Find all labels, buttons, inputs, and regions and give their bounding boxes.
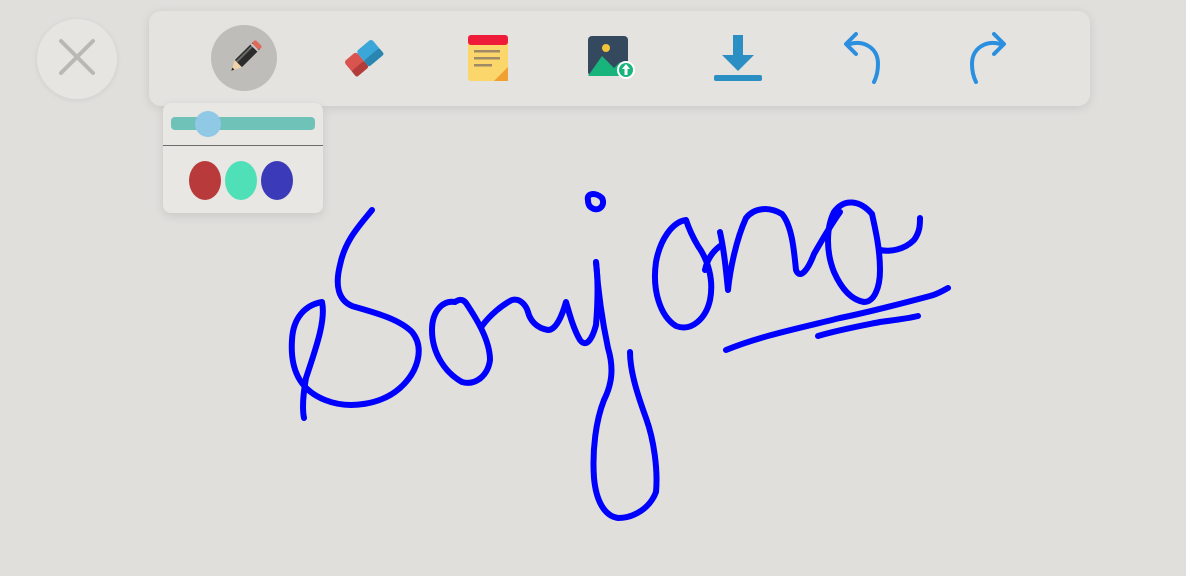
stroke-letter-n2 xyxy=(717,206,843,293)
drawing-toolbar xyxy=(149,11,1090,106)
redo-tool-button[interactable] xyxy=(955,25,1021,91)
download-icon xyxy=(712,33,764,83)
color-swatch-red[interactable] xyxy=(189,161,221,200)
eraser-icon xyxy=(338,32,390,84)
pencil-icon xyxy=(222,36,266,80)
stroke-letter-a3 xyxy=(825,199,923,305)
download-tool-button[interactable] xyxy=(705,25,771,91)
color-swatch-blue[interactable] xyxy=(261,161,293,200)
close-button[interactable] xyxy=(37,19,117,99)
stroke-letter-s xyxy=(288,207,422,421)
pencil-tool-button[interactable] xyxy=(211,25,277,91)
stroke-letter-a xyxy=(429,296,493,386)
pen-options-panel xyxy=(163,103,323,213)
panel-divider xyxy=(163,145,323,146)
stroke-letter-a2 xyxy=(652,217,723,331)
image-upload-icon xyxy=(586,34,638,82)
eraser-tool-button[interactable] xyxy=(331,25,397,91)
color-swatch-teal[interactable] xyxy=(225,161,257,200)
sticky-note-icon xyxy=(466,33,510,83)
close-icon xyxy=(57,37,97,82)
redo-icon xyxy=(966,32,1010,84)
undo-tool-button[interactable] xyxy=(829,25,895,91)
image-upload-tool-button[interactable] xyxy=(579,25,645,91)
sticky-note-tool-button[interactable] xyxy=(455,25,521,91)
stroke-letter-j xyxy=(590,259,660,521)
undo-icon xyxy=(840,32,884,84)
stroke-j-dot xyxy=(584,191,606,213)
stroke-size-slider-thumb[interactable] xyxy=(194,111,221,137)
stroke-size-slider[interactable] xyxy=(171,111,315,137)
stroke-letter-n xyxy=(479,259,601,347)
